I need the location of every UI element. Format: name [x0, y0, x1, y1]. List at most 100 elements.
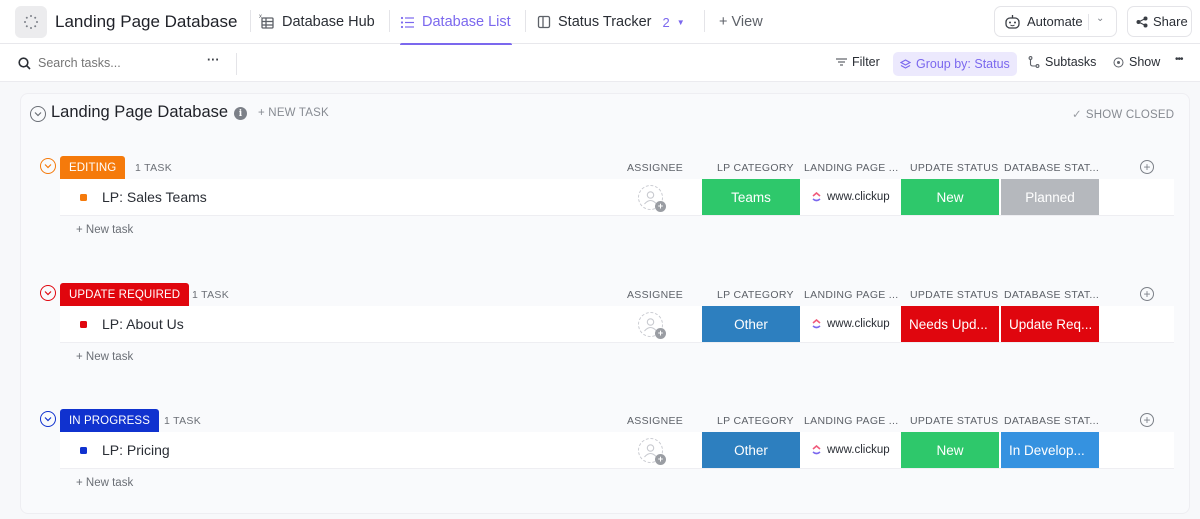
board-icon: [537, 15, 551, 29]
landing-page-url[interactable]: www.clickup: [827, 191, 890, 203]
lp-category-cell[interactable]: Other: [702, 306, 800, 342]
column-header-update-status[interactable]: UPDATE STATUS: [910, 415, 999, 427]
update-status-cell[interactable]: Needs Upd...: [901, 306, 999, 342]
divider: [704, 10, 705, 32]
column-header-lp-category[interactable]: LP CATEGORY: [717, 162, 794, 174]
column-header-landing-page[interactable]: LANDING PAGE ...: [804, 289, 898, 301]
column-header-lp-category[interactable]: LP CATEGORY: [717, 289, 794, 301]
assignee-avatar-placeholder[interactable]: +: [638, 438, 666, 465]
column-header-database-status[interactable]: DATABASE STAT...: [1004, 289, 1099, 301]
task-name[interactable]: LP: Pricing: [102, 442, 170, 458]
database-status-cell[interactable]: In Develop...: [1001, 432, 1099, 468]
column-header-database-status[interactable]: DATABASE STAT...: [1004, 162, 1099, 174]
lp-category-cell[interactable]: Other: [702, 432, 800, 468]
status-group: UPDATE REQUIRED 1 TASK ASSIGNEE LP CATEG…: [0, 283, 1200, 383]
chevron-down-icon: [34, 112, 42, 117]
show-button[interactable]: Show: [1113, 55, 1160, 69]
database-status-cell[interactable]: Update Req...: [1001, 306, 1099, 342]
tab-label: Database List: [422, 14, 511, 30]
search-options-button[interactable]: ···: [207, 53, 220, 67]
tab-database-list[interactable]: Database List: [400, 12, 511, 32]
task-count: 1 TASK: [192, 289, 230, 301]
chevron-down-icon: [44, 164, 52, 169]
column-header-update-status[interactable]: UPDATE STATUS: [910, 289, 999, 301]
column-header-lp-category[interactable]: LP CATEGORY: [717, 415, 794, 427]
update-status-cell[interactable]: New: [901, 179, 999, 215]
tab-status-tracker[interactable]: Status Tracker 2 ▼: [537, 12, 685, 32]
task-status-icon[interactable]: [80, 194, 87, 201]
subtasks-button[interactable]: Subtasks: [1028, 55, 1096, 69]
database-status-cell[interactable]: Planned: [1001, 179, 1099, 215]
add-column-button[interactable]: +: [1140, 160, 1154, 174]
automate-button[interactable]: Automate ⌄: [994, 6, 1117, 37]
info-icon[interactable]: i: [234, 107, 247, 120]
task-name[interactable]: LP: Sales Teams: [102, 189, 207, 205]
search-input[interactable]: [38, 56, 188, 70]
show-closed-label: SHOW CLOSED: [1085, 109, 1175, 121]
status-group: IN PROGRESS 1 TASK ASSIGNEE LP CATEGORY …: [0, 409, 1200, 509]
column-header-assignee[interactable]: ASSIGNEE: [627, 415, 683, 427]
task-status-icon[interactable]: [80, 321, 87, 328]
chevron-down-icon[interactable]: ⌄: [1096, 13, 1104, 24]
more-options-button[interactable]: •••: [1175, 54, 1183, 65]
add-assignee-icon: +: [655, 328, 666, 339]
column-header-update-status[interactable]: UPDATE STATUS: [910, 162, 999, 174]
share-label: Share: [1153, 14, 1188, 29]
lp-category-cell[interactable]: Teams: [702, 179, 800, 215]
assignee-avatar-placeholder[interactable]: +: [638, 312, 666, 339]
chevron-down-icon: [44, 291, 52, 296]
landing-page-cell[interactable]: www.clickup: [812, 444, 892, 456]
task-name[interactable]: LP: About Us: [102, 316, 184, 332]
task-count: 1 TASK: [135, 162, 173, 174]
landing-page-url[interactable]: www.clickup: [827, 444, 890, 456]
view-count-badge[interactable]: 2: [662, 15, 669, 30]
new-task-inline-button[interactable]: + New task: [76, 477, 133, 489]
list-title: Landing Page Database: [51, 103, 229, 121]
collapse-list-toggle[interactable]: [30, 106, 46, 122]
status-badge[interactable]: IN PROGRESS: [60, 409, 159, 432]
column-header-landing-page[interactable]: LANDING PAGE ...: [804, 162, 898, 174]
layers-icon: [900, 58, 911, 69]
update-status-cell[interactable]: New: [901, 432, 999, 468]
status-badge[interactable]: UPDATE REQUIRED: [60, 283, 190, 306]
table-row[interactable]: LP: About Us + Other www.clickup Needs U…: [60, 306, 1174, 343]
landing-page-cell[interactable]: www.clickup: [812, 191, 892, 203]
collapse-group-toggle[interactable]: [40, 285, 56, 301]
add-view-button[interactable]: + View: [719, 12, 763, 32]
group-by-button[interactable]: Group by: Status: [893, 52, 1017, 76]
table-row[interactable]: LP: Sales Teams + Teams www.clickup New …: [60, 179, 1174, 216]
column-header-assignee[interactable]: ASSIGNEE: [627, 289, 683, 301]
task-status-icon[interactable]: [80, 447, 87, 454]
column-header-assignee[interactable]: ASSIGNEE: [627, 162, 683, 174]
new-task-inline-button[interactable]: + New task: [76, 224, 133, 236]
landing-page-cell[interactable]: www.clickup: [812, 318, 892, 330]
show-closed-button[interactable]: ✓ SHOW CLOSED: [1072, 107, 1174, 121]
filter-icon: [836, 58, 847, 66]
divider: [250, 10, 251, 32]
share-icon: [1136, 16, 1148, 28]
search-field[interactable]: [18, 56, 188, 70]
tab-database-hub[interactable]: x Database Hub: [259, 12, 375, 32]
filter-button[interactable]: Filter: [836, 55, 880, 69]
column-header-landing-page[interactable]: LANDING PAGE ...: [804, 415, 898, 427]
tab-label: Status Tracker: [558, 14, 652, 30]
clickup-logo-icon: [812, 445, 821, 455]
show-label: Show: [1129, 55, 1161, 69]
add-column-button[interactable]: +: [1140, 413, 1154, 427]
divider: [525, 10, 526, 32]
column-header-database-status[interactable]: DATABASE STAT...: [1004, 415, 1099, 427]
space-icon[interactable]: [15, 6, 47, 38]
table-icon: x: [259, 14, 274, 29]
status-badge[interactable]: EDITING: [60, 156, 126, 179]
share-button[interactable]: Share: [1127, 6, 1192, 37]
add-column-button[interactable]: +: [1140, 287, 1154, 301]
filter-label: Filter: [852, 55, 880, 69]
collapse-group-toggle[interactable]: [40, 158, 56, 174]
collapse-group-toggle[interactable]: [40, 411, 56, 427]
landing-page-url[interactable]: www.clickup: [827, 318, 890, 330]
new-task-button[interactable]: + NEW TASK: [258, 107, 329, 119]
assignee-avatar-placeholder[interactable]: +: [638, 185, 666, 212]
caret-down-icon[interactable]: ▼: [677, 18, 685, 27]
new-task-inline-button[interactable]: + New task: [76, 351, 133, 363]
table-row[interactable]: LP: Pricing + Other www.clickup New In D…: [60, 432, 1174, 469]
